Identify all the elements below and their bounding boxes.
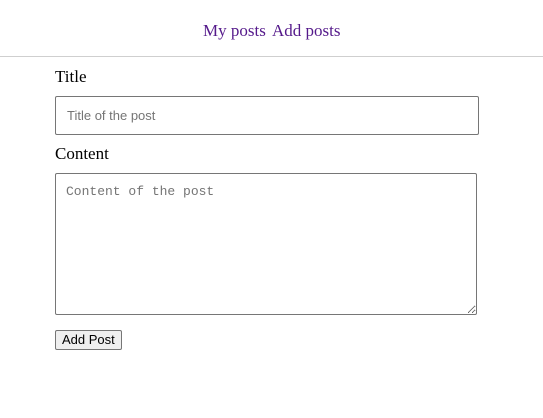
content-textarea[interactable] xyxy=(55,173,477,315)
add-post-button[interactable]: Add Post xyxy=(55,330,122,350)
nav-link-add-posts[interactable]: Add posts xyxy=(272,21,340,41)
nav-link-my-posts[interactable]: My posts xyxy=(203,21,266,41)
title-label: Title xyxy=(55,67,87,86)
content-label: Content xyxy=(55,144,109,163)
title-input[interactable] xyxy=(55,96,479,135)
top-navigation: My posts Add posts xyxy=(0,0,543,57)
